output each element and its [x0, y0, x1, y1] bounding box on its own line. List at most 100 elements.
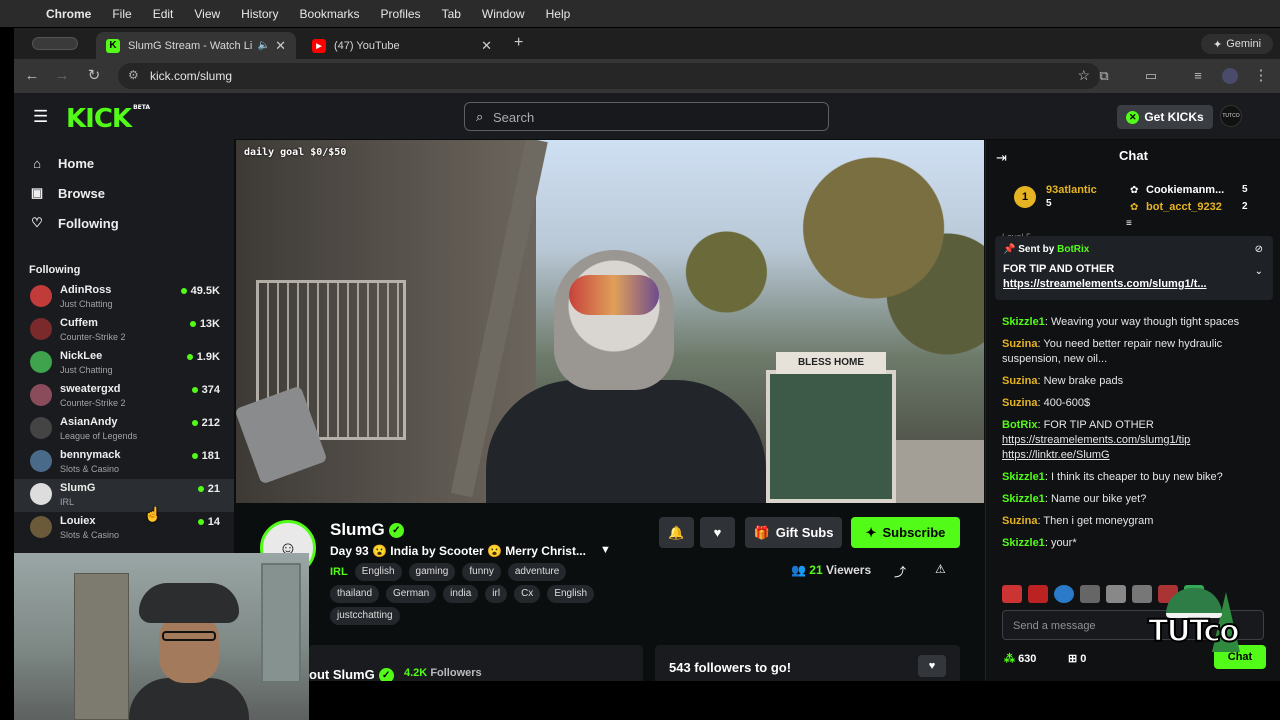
sidebar-channel-bennymack[interactable]: bennymack Slots & Casino 181: [14, 446, 234, 479]
leader-name[interactable]: Cookiemanm...: [1146, 184, 1224, 196]
media-icon[interactable]: ≡: [1188, 66, 1208, 86]
sidebar-channel-adinross[interactable]: AdinRoss Just Chatting 49.5K: [14, 281, 234, 314]
menu-history[interactable]: History: [241, 7, 278, 21]
chat-username[interactable]: Skizzle1: [1002, 316, 1045, 328]
reload-icon[interactable]: ↻: [84, 66, 104, 86]
chat-username[interactable]: BotRix: [1002, 419, 1037, 431]
tag[interactable]: gaming: [408, 563, 456, 581]
menu-file[interactable]: File: [112, 7, 131, 21]
video-player[interactable]: BLESS HOME daily goal $0/$50: [236, 140, 984, 503]
chat-username[interactable]: Skizzle1: [1002, 537, 1045, 549]
user-avatar[interactable]: TUTCO: [1220, 105, 1242, 127]
tag[interactable]: German: [386, 585, 437, 603]
leader-name[interactable]: bot_acct_9232: [1146, 201, 1222, 213]
tag[interactable]: Cx: [514, 585, 541, 603]
tag[interactable]: india: [443, 585, 479, 603]
close-tab-icon[interactable]: ✕: [275, 38, 286, 54]
follow-button[interactable]: ♥: [700, 517, 735, 548]
share-icon[interactable]: ⤴: [894, 563, 906, 580]
address-bar[interactable]: ⚙ kick.com/slumg ☆: [118, 63, 1100, 89]
streamer-name[interactable]: SlumG ✓: [330, 520, 404, 540]
gemini-button[interactable]: ✦ Gemini: [1201, 34, 1273, 54]
sidebar-channel-louiex[interactable]: Louiex Slots & Casino 14: [14, 512, 234, 545]
pinned-bot-name[interactable]: BotRix: [1057, 244, 1089, 255]
hamburger-menu-icon[interactable]: ☰: [33, 107, 48, 127]
chat-username[interactable]: Suzina: [1002, 397, 1037, 409]
menu-tab[interactable]: Tab: [442, 7, 461, 21]
menu-app-name[interactable]: Chrome: [46, 7, 91, 21]
menu-profiles[interactable]: Profiles: [381, 7, 421, 21]
expand-leaderboard-icon[interactable]: ≡: [1126, 218, 1132, 229]
webcam-person: [129, 583, 249, 720]
bookmark-star-icon[interactable]: ☆: [1077, 67, 1090, 84]
tag[interactable]: English: [547, 585, 595, 603]
emote-icon[interactable]: [1002, 585, 1022, 603]
menu-help[interactable]: Help: [546, 7, 571, 21]
back-icon[interactable]: ←: [22, 66, 42, 86]
site-info-icon[interactable]: ⚙: [128, 68, 139, 82]
emote-icon[interactable]: [1080, 585, 1100, 603]
nav-home[interactable]: ⌂ Home: [28, 151, 94, 175]
leader-name[interactable]: 93atlantic: [1046, 184, 1097, 196]
menu-window[interactable]: Window: [482, 7, 525, 21]
hide-pin-icon[interactable]: ⊘: [1255, 244, 1263, 255]
nav-browse[interactable]: ▣ Browse: [28, 181, 105, 205]
subscribe-button[interactable]: ✦ Subscribe: [851, 517, 960, 548]
nav-following[interactable]: ♡ Following: [28, 211, 118, 235]
tab-kick[interactable]: K SlumG Stream - Watch Li 🔈 ✕: [96, 32, 296, 59]
menu-bookmarks[interactable]: Bookmarks: [300, 7, 360, 21]
chat-link[interactable]: https://streamelements.com/slumg1/tip: [1002, 434, 1190, 446]
mouse-cursor-icon: ☝: [144, 506, 162, 522]
sidebar-channel-cuffem[interactable]: Cuffem Counter-Strike 2 13K: [14, 314, 234, 347]
gift-count[interactable]: ⊞ 0: [1068, 652, 1086, 665]
url-text[interactable]: kick.com/slumg: [150, 69, 232, 83]
tab-youtube[interactable]: ▶ (47) YouTube ✕: [302, 32, 502, 59]
chat-link[interactable]: https://linktr.ee/SlumG: [1002, 449, 1110, 461]
sidebar-channel-asianandy[interactable]: AsianAndy League of Legends 212: [14, 413, 234, 446]
sidebar-channel-nicklee[interactable]: NickLee Just Chatting 1.9K: [14, 347, 234, 380]
pinned-link[interactable]: https://streamelements.com/slumg1/t...: [1003, 278, 1243, 290]
chat-username[interactable]: Suzina: [1002, 515, 1037, 527]
profile-avatar[interactable]: [1222, 68, 1238, 84]
extensions-icon[interactable]: ⧉: [1094, 66, 1114, 86]
emote-icon[interactable]: [1106, 585, 1126, 603]
goal-follow-button[interactable]: ♥: [918, 655, 946, 677]
sidebar-channel-sweatergxd[interactable]: sweatergxd Counter-Strike 2 374: [14, 380, 234, 413]
category-link[interactable]: IRL: [330, 563, 348, 581]
cast-icon[interactable]: ▭: [1141, 66, 1161, 86]
chevron-down-icon[interactable]: ⌄: [1255, 266, 1263, 277]
tag[interactable]: thailand: [330, 585, 380, 603]
search-input[interactable]: [493, 107, 813, 127]
sidebar-channel-slumg[interactable]: SlumG IRL 21: [14, 479, 234, 512]
notification-bell-button[interactable]: 🔔: [659, 517, 694, 548]
chat-username[interactable]: Skizzle1: [1002, 471, 1045, 483]
followers-label: Followers: [430, 667, 482, 679]
chat-username[interactable]: Suzina: [1002, 338, 1037, 350]
report-icon[interactable]: ⚠: [935, 562, 946, 576]
forward-icon[interactable]: →: [52, 66, 72, 86]
kebab-menu-icon[interactable]: ⋮: [1251, 66, 1271, 86]
menu-view[interactable]: View: [194, 7, 220, 21]
new-tab-button[interactable]: +: [514, 34, 523, 52]
channel-points[interactable]: ⁂ 630: [1004, 652, 1036, 665]
chat-username[interactable]: Skizzle1: [1002, 493, 1045, 505]
tag[interactable]: justcchatting: [330, 607, 400, 625]
tag[interactable]: adventure: [507, 563, 567, 581]
close-tab-icon[interactable]: ✕: [481, 38, 492, 54]
video-scene-visor: [569, 275, 659, 315]
channel-avatar: [30, 351, 52, 373]
tab-audio-icon[interactable]: 🔈: [258, 40, 270, 51]
get-kicks-button[interactable]: ✕ Get KICKs: [1117, 105, 1213, 129]
menu-edit[interactable]: Edit: [153, 7, 174, 21]
gift-subs-button[interactable]: 🎁 Gift Subs: [745, 517, 842, 548]
tab-group-collapsed[interactable]: [32, 37, 78, 50]
kick-logo[interactable]: KICK BETA: [66, 104, 150, 134]
tag[interactable]: irl: [485, 585, 508, 603]
chat-username[interactable]: Suzina: [1002, 375, 1037, 387]
tag[interactable]: English: [354, 563, 402, 581]
emote-icon[interactable]: [1028, 585, 1048, 603]
chevron-down-icon[interactable]: ▼: [600, 544, 611, 556]
globe-emote-icon[interactable]: [1054, 585, 1074, 603]
search-box[interactable]: ⌕: [464, 102, 829, 131]
tag[interactable]: funny: [462, 563, 501, 581]
